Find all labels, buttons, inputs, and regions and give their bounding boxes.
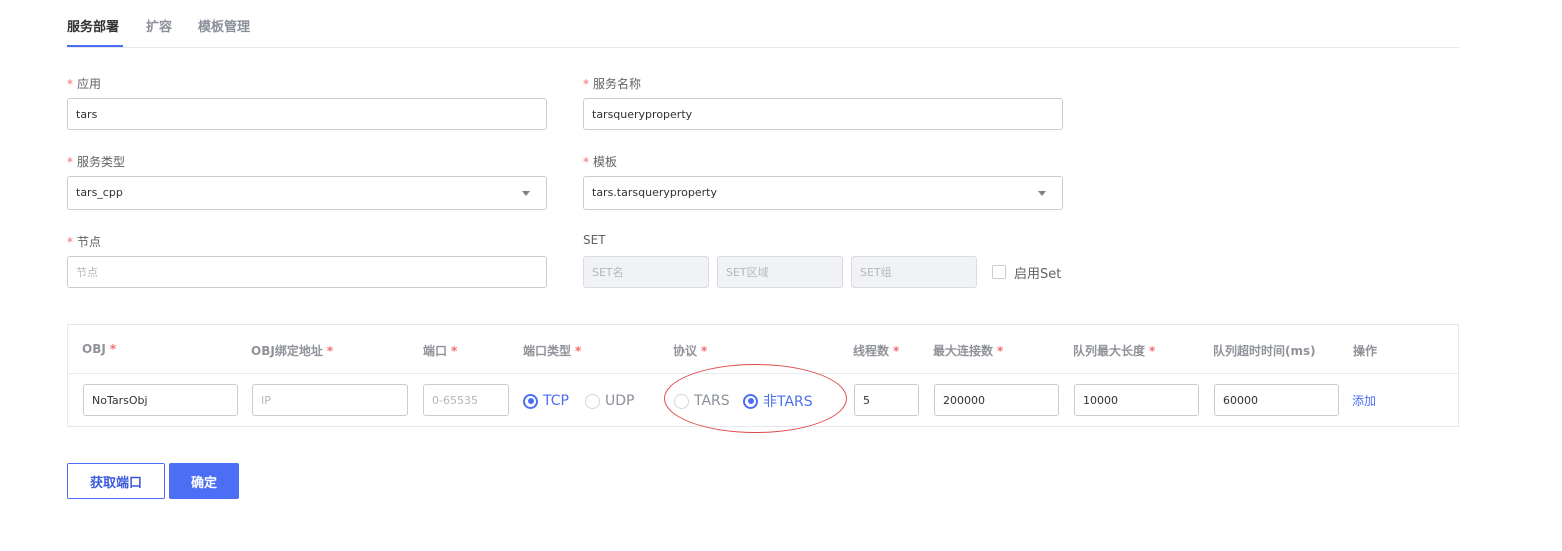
required-mark: * [575,344,582,358]
radio-non-tars[interactable]: 非TARS [743,391,813,411]
radio-tars[interactable]: TARS [674,391,730,411]
radio-dot-icon [743,393,758,409]
node-input[interactable] [67,256,547,288]
app-label: * 应用 [67,77,102,91]
obj-table: OBJ * OBJ绑定地址 * 端口 * 端口类型 * 协议 * 线程数 * 最大连接数 * … [67,324,1459,433]
queue-length-input[interactable] [1074,384,1199,416]
obj-name-input[interactable] [83,384,238,416]
table-divider [68,373,1458,374]
enable-set-label[interactable]: 启用Set [1014,263,1061,282]
required-mark: * [583,155,589,169]
th-port-type: 端口类型 * [523,344,582,358]
th-operation: 操作 [1353,344,1378,358]
bind-address-input[interactable] [252,384,408,416]
radio-udp[interactable]: UDP [585,391,634,411]
confirm-button[interactable]: 确定 [169,463,239,499]
server-type-value: tars_cpp [76,186,123,199]
max-connections-input[interactable] [934,384,1059,416]
get-port-button[interactable]: 获取端口 [67,463,165,499]
threads-input[interactable] [854,384,919,416]
required-mark: * [997,344,1004,358]
set-name-input[interactable] [583,256,709,288]
th-queue-length: 队列最大长度 * [1073,344,1156,358]
caret-down-icon [522,191,530,196]
set-area-input[interactable] [717,256,843,288]
tab-expand[interactable]: 扩容 [146,16,172,35]
radio-dot-icon [523,393,538,409]
set-label: SET [583,233,606,247]
th-max-connections: 最大连接数 * [933,344,1004,358]
radio-tcp[interactable]: TCP [523,391,569,411]
required-mark: * [67,77,73,91]
server-type-label: * 服务类型 [67,155,126,169]
template-label: * 模板 [583,155,618,169]
server-name-label: * 服务名称 [583,77,642,91]
required-mark: * [583,77,589,91]
required-mark: * [451,344,458,358]
add-row-link[interactable]: 添加 [1352,392,1376,409]
required-mark: * [109,342,117,356]
node-label: * 节点 [67,235,102,249]
port-input[interactable] [423,384,509,416]
tab-bar: 服务部署 扩容 模板管理 [67,0,1459,48]
required-mark: * [701,344,708,358]
template-value: tars.tarsqueryproperty [592,186,717,199]
app-input[interactable] [67,98,547,130]
th-protocol: 协议 * [673,344,708,358]
th-queue-timeout: 队列超时时间(ms) [1213,344,1316,358]
required-mark: * [67,155,73,169]
active-tab-indicator [67,45,123,47]
server-type-select[interactable]: tars_cpp [67,176,547,210]
th-obj: OBJ * [82,342,117,356]
template-select[interactable]: tars.tarsqueryproperty [583,176,1063,210]
tab-template-manage[interactable]: 模板管理 [198,16,250,35]
required-mark: * [893,344,900,358]
radio-dot-icon [674,393,689,409]
server-name-input[interactable] [583,98,1063,130]
th-port: 端口 * [423,344,458,358]
caret-down-icon [1038,191,1046,196]
queue-timeout-input[interactable] [1214,384,1339,416]
th-bind-address: OBJ绑定地址 * [251,344,334,358]
tab-deploy[interactable]: 服务部署 [67,16,119,35]
required-mark: * [326,344,334,358]
enable-set-checkbox[interactable] [992,265,1006,279]
required-mark: * [1149,344,1156,358]
set-group-input[interactable] [851,256,977,288]
required-mark: * [67,235,73,249]
th-threads: 线程数 * [853,344,900,358]
radio-dot-icon [585,393,600,409]
